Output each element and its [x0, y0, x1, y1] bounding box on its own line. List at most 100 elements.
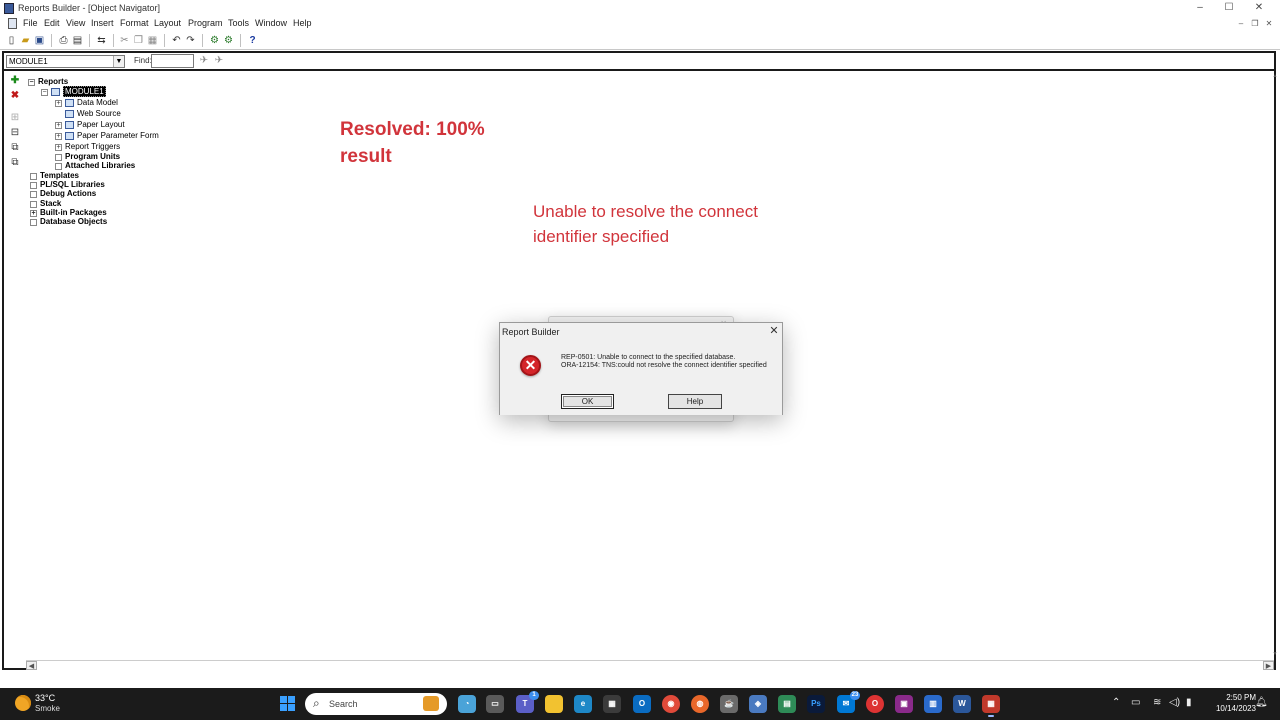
- mdi-close-button[interactable]: ✕: [1263, 18, 1275, 29]
- expand-toggle[interactable]: +: [55, 121, 62, 129]
- expand-toggle[interactable]: +: [30, 209, 37, 217]
- chrome-icon[interactable]: ◉: [662, 695, 680, 713]
- outlook-extension-icon[interactable]: ✉ 23: [837, 691, 860, 713]
- task-view-icon[interactable]: ▭: [486, 695, 504, 713]
- tree-node-paper-layout[interactable]: + Paper Layout: [55, 120, 125, 130]
- run-icon[interactable]: ⚙: [222, 34, 235, 47]
- tree-node-web-source[interactable]: Web Source: [65, 109, 121, 119]
- reports-builder-app-icon[interactable]: [4, 3, 14, 14]
- collapse-toggle[interactable]: −: [28, 78, 35, 86]
- vertical-scrollbar[interactable]: ▲ ▼: [1272, 73, 1278, 668]
- copy-icon[interactable]: ❐: [132, 34, 145, 47]
- word-icon[interactable]: W: [953, 695, 971, 713]
- menu-view[interactable]: View: [66, 18, 85, 28]
- help-icon[interactable]: ?: [246, 34, 259, 47]
- menu-help[interactable]: Help: [293, 18, 312, 28]
- mdi-minimize-button[interactable]: –: [1235, 18, 1247, 29]
- close-button[interactable]: ✕: [1251, 2, 1267, 14]
- menu-file[interactable]: File: [23, 18, 38, 28]
- start-button[interactable]: [280, 696, 296, 712]
- mdi-restore-button[interactable]: ❐: [1249, 18, 1261, 29]
- connect-icon[interactable]: ⇆: [95, 34, 108, 47]
- tree-node-data-model[interactable]: + Data Model: [55, 98, 118, 108]
- expand-toggle[interactable]: +: [55, 99, 62, 107]
- tree-node-report-triggers[interactable]: + Report Triggers: [55, 142, 120, 152]
- volume-icon[interactable]: ◁): [1169, 697, 1180, 708]
- new-icon[interactable]: ▯: [5, 34, 18, 47]
- expand-toggle[interactable]: +: [55, 132, 62, 140]
- menu-window[interactable]: Window: [255, 18, 287, 28]
- menu-edit[interactable]: Edit: [44, 18, 60, 28]
- find-next-icon[interactable]: ✈: [198, 55, 210, 67]
- menu-program[interactable]: Program: [188, 18, 223, 28]
- module-select[interactable]: MODULE1 ▼: [6, 55, 125, 68]
- help-button[interactable]: Help: [668, 394, 722, 409]
- weather-icon[interactable]: [15, 695, 31, 711]
- create-icon[interactable]: ✚: [9, 75, 21, 87]
- maximize-button[interactable]: ☐: [1221, 2, 1237, 14]
- horizontal-scrollbar[interactable]: ◀ ▶: [26, 660, 1274, 670]
- search-highlight-icon[interactable]: [423, 696, 439, 711]
- clock-date[interactable]: 10/14/2023: [1200, 704, 1256, 713]
- menu-layout[interactable]: Layout: [154, 18, 181, 28]
- document-app-icon[interactable]: ▥: [924, 695, 942, 713]
- photoshop-icon[interactable]: Ps: [807, 695, 825, 713]
- notification-bell-icon[interactable]: 🔔︎: [1255, 697, 1268, 708]
- weather-description[interactable]: Smoke: [35, 704, 60, 713]
- cut-icon[interactable]: ✂: [118, 34, 131, 47]
- power-icon[interactable]: ▮: [1186, 697, 1192, 708]
- edge-icon[interactable]: e: [574, 695, 592, 713]
- show-hidden-icons-icon[interactable]: ⌃: [1112, 697, 1120, 708]
- collapse-icon[interactable]: ⊟: [9, 127, 21, 139]
- copilot-icon[interactable]: ◔: [458, 695, 476, 713]
- print-icon[interactable]: ⎙: [57, 34, 70, 47]
- expand-all-icon[interactable]: ⧉: [9, 142, 21, 154]
- taskbar-search[interactable]: ⌕ Search: [305, 693, 447, 715]
- tree-node-database-objects[interactable]: Database Objects: [30, 217, 107, 227]
- chevron-down-icon[interactable]: ▼: [113, 56, 124, 67]
- firefox-icon[interactable]: ◍: [691, 695, 709, 713]
- tree-node-module1[interactable]: − MODULE1: [41, 86, 106, 97]
- tree-node-attached-libraries[interactable]: Attached Libraries: [55, 161, 135, 171]
- notepad-icon[interactable]: ▤: [778, 695, 796, 713]
- find-previous-icon[interactable]: ✈: [213, 55, 225, 67]
- document-icon[interactable]: [8, 18, 17, 29]
- menu-format[interactable]: Format: [120, 18, 149, 28]
- ok-button[interactable]: OK: [561, 394, 614, 409]
- find-input[interactable]: [151, 54, 194, 68]
- minimize-button[interactable]: –: [1192, 2, 1208, 14]
- collapse-all-icon[interactable]: ⧉: [9, 157, 21, 169]
- virtualbox-icon[interactable]: ◈: [749, 695, 767, 713]
- app-2-icon[interactable]: ▣: [895, 695, 913, 713]
- save-icon[interactable]: ▣: [33, 34, 46, 47]
- store-icon[interactable]: ▦: [603, 695, 621, 713]
- wifi-icon[interactable]: ≋: [1153, 697, 1161, 708]
- undo-icon[interactable]: ↶: [170, 34, 183, 47]
- paste-icon[interactable]: ▦: [146, 34, 159, 47]
- page-setup-icon[interactable]: ▤: [71, 34, 84, 47]
- tree-node-paper-parameter-form[interactable]: + Paper Parameter Form: [55, 131, 159, 141]
- collapse-toggle[interactable]: −: [41, 88, 48, 96]
- compile-icon[interactable]: ⚙: [208, 34, 221, 47]
- dialog-close-button[interactable]: ✕: [768, 325, 780, 337]
- scroll-down-icon[interactable]: ▼: [1272, 651, 1278, 659]
- expand-icon[interactable]: ⊞: [9, 112, 21, 124]
- menu-tools[interactable]: Tools: [228, 18, 249, 28]
- reports-builder-taskbar-icon[interactable]: ▦: [982, 695, 1000, 717]
- opera-icon[interactable]: O: [866, 695, 884, 713]
- scroll-left-icon[interactable]: ◀: [26, 661, 37, 670]
- scroll-up-icon[interactable]: ▲: [1272, 73, 1278, 81]
- outlook-icon[interactable]: O: [633, 695, 651, 713]
- app-icon[interactable]: ☕: [720, 695, 738, 713]
- clock-time[interactable]: 2:50 PM: [1212, 693, 1256, 702]
- file-explorer-icon[interactable]: [545, 695, 563, 713]
- tree-node-debug-actions[interactable]: Debug Actions: [30, 189, 96, 199]
- delete-icon[interactable]: ✖: [9, 90, 21, 102]
- redo-icon[interactable]: ↷: [184, 34, 197, 47]
- menu-insert[interactable]: Insert: [91, 18, 114, 28]
- battery-icon[interactable]: ▭: [1131, 697, 1140, 708]
- weather-temperature[interactable]: 33°C: [35, 693, 55, 703]
- expand-toggle[interactable]: +: [55, 143, 62, 151]
- teams-icon[interactable]: T1: [516, 691, 539, 713]
- open-icon[interactable]: ▰: [19, 34, 32, 47]
